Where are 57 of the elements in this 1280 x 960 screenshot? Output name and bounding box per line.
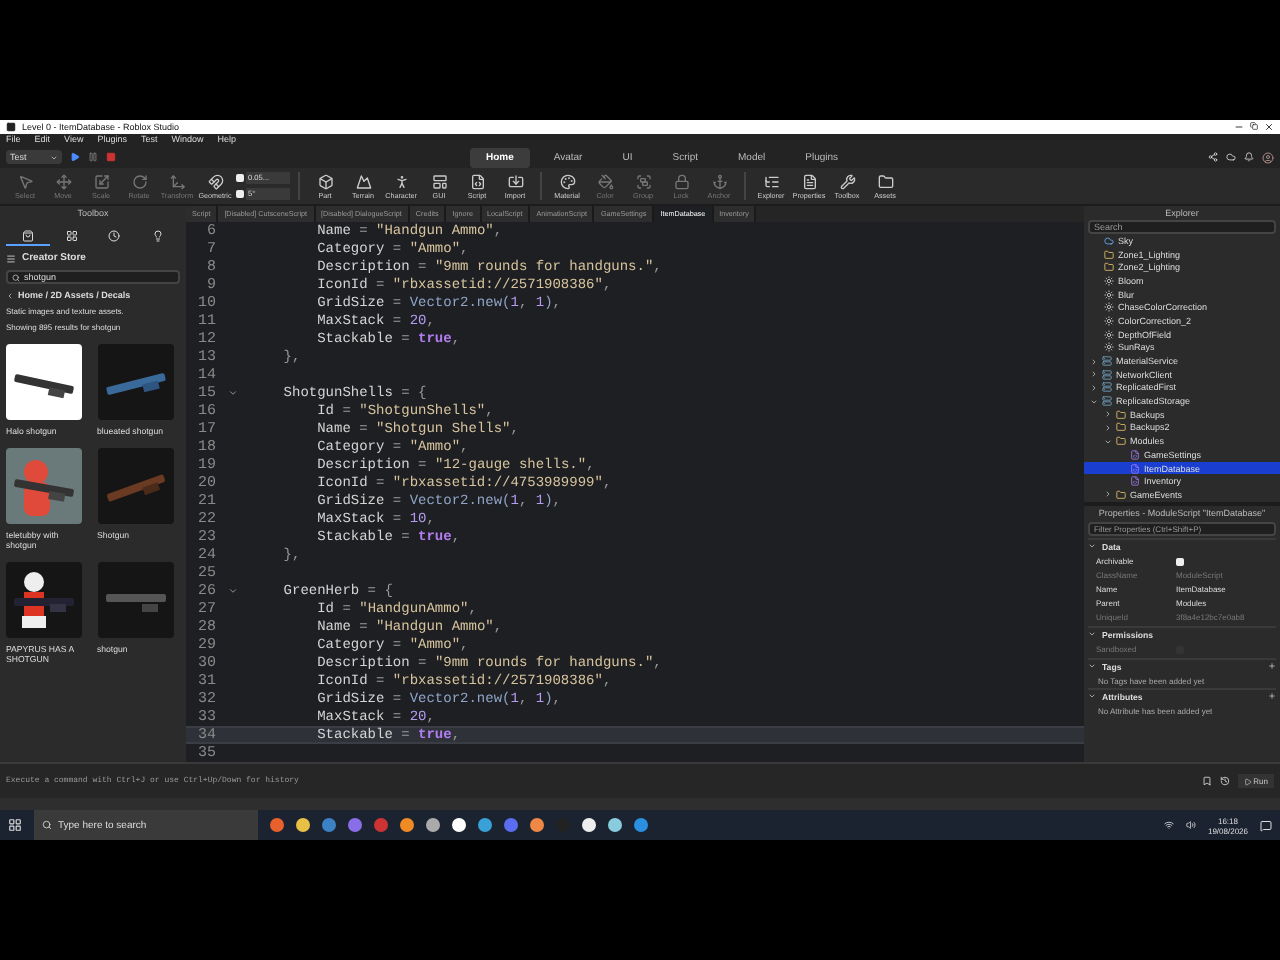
transform-icon	[169, 173, 185, 190]
folder-icon	[1116, 489, 1126, 500]
bulb-icon	[152, 229, 165, 241]
avatar-icon[interactable]	[1262, 151, 1274, 164]
scale-icon	[93, 173, 109, 190]
clock-icon	[108, 229, 121, 241]
start-icon[interactable]	[8, 818, 22, 832]
volume-icon	[1185, 820, 1196, 830]
play-icon[interactable]	[70, 152, 80, 163]
cube-icon	[317, 173, 333, 190]
share-icon[interactable]	[1208, 152, 1218, 163]
notification-icon[interactable]	[1260, 819, 1272, 831]
wrench-icon	[839, 173, 855, 190]
minimize-icon[interactable]	[1234, 121, 1244, 132]
add-icon[interactable]	[1268, 692, 1276, 701]
sun-icon	[1104, 275, 1114, 286]
magnet-icon	[207, 173, 223, 190]
restore-icon[interactable]	[1250, 122, 1258, 131]
lock-icon	[673, 173, 689, 190]
checkbox[interactable]	[236, 190, 244, 199]
rotate-icon	[131, 173, 147, 190]
tree-icon	[763, 173, 779, 190]
play-icon	[1243, 777, 1252, 785]
folder-icon	[1116, 436, 1126, 447]
document-icon	[801, 173, 817, 190]
checkbox[interactable]	[1176, 557, 1184, 566]
stop-icon[interactable]	[106, 152, 116, 163]
folder-icon	[877, 173, 893, 190]
anchor-icon	[711, 173, 727, 190]
search-icon	[42, 820, 52, 830]
import-icon	[507, 173, 523, 190]
pointer-icon	[17, 173, 33, 190]
paint-bucket-icon	[597, 173, 613, 190]
group-icon	[635, 173, 651, 190]
mountain-icon	[355, 173, 371, 190]
palette-icon	[559, 173, 575, 190]
checkbox[interactable]	[236, 174, 244, 183]
cloud-icon	[1104, 235, 1114, 246]
fold-icon[interactable]	[228, 388, 238, 398]
pause-icon[interactable]	[88, 152, 98, 163]
menu-icon[interactable]	[6, 253, 16, 263]
toolbox-tab[interactable]	[6, 226, 50, 246]
bell-icon[interactable]	[1244, 152, 1254, 163]
script-icon	[469, 173, 485, 190]
history-icon[interactable]	[1219, 776, 1230, 786]
layout-icon	[431, 173, 447, 190]
cloud-icon[interactable]	[1226, 152, 1236, 163]
script-icon	[1130, 449, 1140, 460]
add-icon[interactable]	[1268, 662, 1276, 671]
fold-icon[interactable]	[228, 586, 238, 596]
figure-icon	[393, 173, 409, 190]
search-icon	[12, 273, 20, 281]
bookmark-icon[interactable]	[1201, 776, 1212, 786]
grid-icon	[65, 229, 78, 241]
bag-icon	[21, 229, 34, 241]
move-icon	[55, 173, 71, 190]
network-icon	[1163, 820, 1174, 830]
